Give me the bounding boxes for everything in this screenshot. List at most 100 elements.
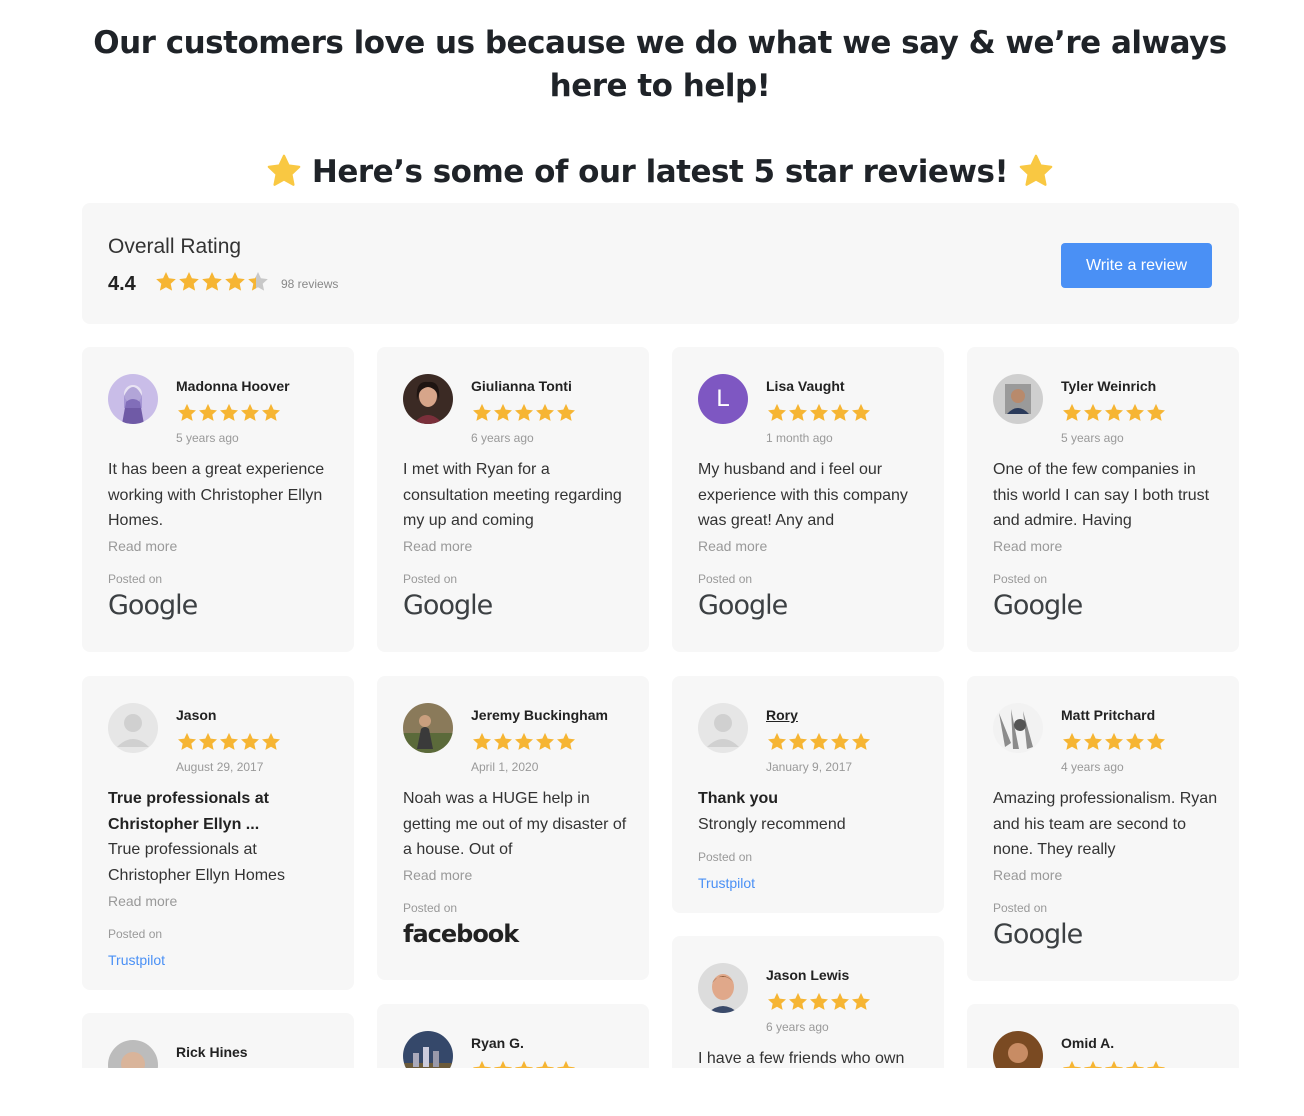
avatar-initial: L <box>716 385 730 412</box>
reviewer-avatar <box>403 703 453 753</box>
read-more-link[interactable]: Read more <box>108 889 338 914</box>
reviewer-name[interactable]: Jeremy Buckingham <box>471 707 608 723</box>
star-icon <box>241 732 259 750</box>
reviewer-avatar <box>698 963 748 1013</box>
reviewer-avatar <box>993 703 1043 753</box>
reviewer-name[interactable]: Lisa Vaught <box>766 378 845 394</box>
star-icon <box>1084 403 1102 421</box>
star-icon <box>1105 1060 1123 1068</box>
review-date: 4 years ago <box>1061 760 1124 774</box>
write-review-button[interactable]: Write a review <box>1061 243 1212 288</box>
reviewer-name-link[interactable]: Rory <box>766 707 798 723</box>
reviewer-avatar <box>108 1040 158 1068</box>
review-card: Jeremy Buckingham April 1, 2020 Noah was… <box>377 676 649 980</box>
review-body: True professionals at Christopher Ellyn … <box>108 786 338 973</box>
read-more-link[interactable]: Read more <box>993 534 1223 559</box>
review-date: 5 years ago <box>1061 431 1124 445</box>
review-text: One of the few companies in this world I… <box>993 461 1210 530</box>
reviewer-avatar <box>108 703 158 753</box>
review-date: January 9, 2017 <box>766 760 853 774</box>
reviewer-name[interactable]: Matt Pritchard <box>1061 707 1155 723</box>
reviewer-name[interactable]: Tyler Weinrich <box>1061 378 1156 394</box>
reviewer-avatar <box>108 374 158 424</box>
review-body: I met with Ryan for a consultation meeti… <box>403 457 633 619</box>
review-stars <box>1061 402 1166 424</box>
star-icon <box>494 403 512 421</box>
star-icon <box>852 732 870 750</box>
star-icon <box>557 732 575 750</box>
review-stars <box>1061 1059 1166 1068</box>
star-icon <box>536 732 554 750</box>
star-icon <box>473 403 491 421</box>
reviewer-name[interactable]: Rick Hines <box>176 1044 248 1060</box>
star-emoji-icon <box>1018 154 1054 200</box>
star-icon <box>262 732 280 750</box>
reviewer-avatar: L <box>698 374 748 424</box>
review-body: My husband and i feel our experience wit… <box>698 457 928 619</box>
reviewer-avatar <box>403 374 453 424</box>
reviewer-avatar <box>993 374 1043 424</box>
review-text: My husband and i feel our experience wit… <box>698 461 908 530</box>
star-icon <box>1126 732 1144 750</box>
overall-rating-score: 4.4 <box>108 273 136 295</box>
review-date: 1 month ago <box>766 431 833 445</box>
review-body: One of the few companies in this world I… <box>993 457 1223 619</box>
review-card: Rick Hines <box>82 1013 354 1068</box>
review-body: I have a few friends who own <box>698 1046 928 1068</box>
read-more-link[interactable]: Read more <box>403 534 633 559</box>
star-icon <box>199 732 217 750</box>
star-icon <box>557 403 575 421</box>
reviewer-name[interactable]: Ryan G. <box>471 1035 524 1051</box>
star-icon <box>789 732 807 750</box>
review-text: Strongly recommend <box>698 815 846 833</box>
trustpilot-link[interactable]: Trustpilot <box>108 948 338 974</box>
subheadline-text: Here’s some of our latest 5 star reviews… <box>311 154 1009 190</box>
review-body: Noah was a HUGE help in getting me out o… <box>403 786 633 948</box>
review-date: April 1, 2020 <box>471 760 539 774</box>
review-stars <box>176 402 281 424</box>
star-icon <box>768 992 786 1010</box>
star-icon <box>1063 403 1081 421</box>
review-text: I met with Ryan for a consultation meeti… <box>403 461 622 530</box>
review-stars <box>471 731 576 753</box>
posted-on-label: Posted on <box>993 572 1048 587</box>
review-body: It has been a great experience working w… <box>108 457 338 619</box>
review-date: August 29, 2017 <box>176 760 264 774</box>
star-icon <box>515 1060 533 1068</box>
trustpilot-link[interactable]: Trustpilot <box>698 871 928 897</box>
star-icon <box>1063 732 1081 750</box>
reviewer-name[interactable]: Omid A. <box>1061 1035 1114 1051</box>
review-text: Noah was a HUGE help in getting me out o… <box>403 790 627 859</box>
reviewer-name[interactable]: Jason <box>176 707 216 723</box>
review-date: 5 years ago <box>176 431 239 445</box>
review-body: Amazing professionalism. Ryan and his te… <box>993 786 1223 948</box>
review-date: 6 years ago <box>471 431 534 445</box>
star-icon <box>494 732 512 750</box>
read-more-link[interactable]: Read more <box>698 534 928 559</box>
read-more-link[interactable]: Read more <box>403 863 633 888</box>
star-icon <box>1126 1060 1144 1068</box>
reviewer-name[interactable]: Giulianna Tonti <box>471 378 572 394</box>
star-icon <box>225 272 245 291</box>
review-stars <box>766 731 871 753</box>
reviewer-avatar <box>993 1031 1043 1068</box>
star-icon <box>156 272 176 291</box>
star-icon <box>831 403 849 421</box>
review-text: I have a few friends who own <box>698 1050 905 1067</box>
star-icon <box>1147 732 1165 750</box>
star-icon <box>831 732 849 750</box>
star-icon <box>220 732 238 750</box>
star-icon <box>473 1060 491 1068</box>
star-icon <box>202 272 222 291</box>
google-logo: Google <box>698 589 788 621</box>
reviewer-name[interactable]: Madonna Hoover <box>176 378 290 394</box>
reviewer-name[interactable]: Jason Lewis <box>766 967 849 983</box>
google-logo: Google <box>403 589 493 621</box>
google-logo: Google <box>108 589 198 621</box>
star-icon <box>1105 403 1123 421</box>
star-icon <box>789 992 807 1010</box>
star-icon <box>248 272 268 291</box>
star-icon <box>557 1060 575 1068</box>
read-more-link[interactable]: Read more <box>108 534 338 559</box>
read-more-link[interactable]: Read more <box>993 863 1223 888</box>
